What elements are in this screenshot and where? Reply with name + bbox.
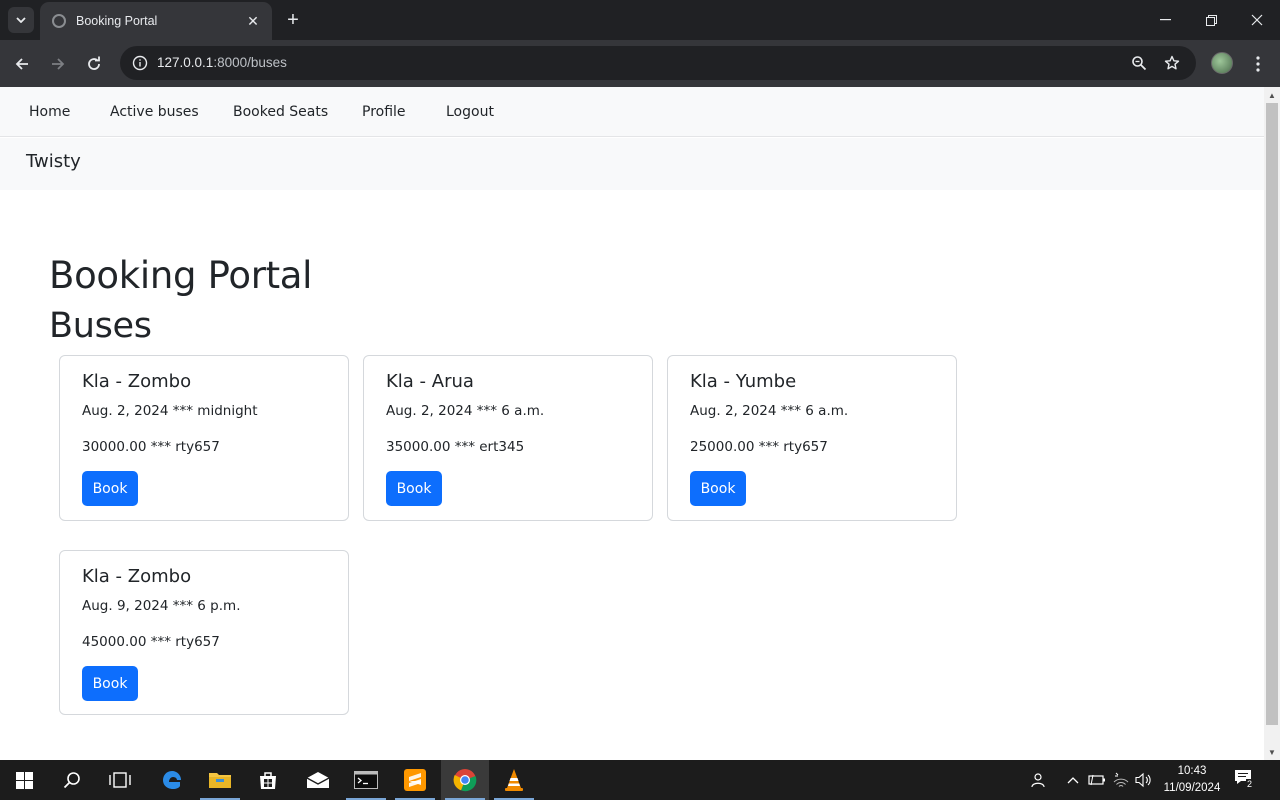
nav-link-home[interactable]: Home [29, 104, 70, 120]
top-navbar: Home Active buses Booked Seats Profile L… [0, 87, 1264, 137]
book-button[interactable]: Book [690, 471, 746, 506]
wifi-icon[interactable] [1111, 770, 1131, 790]
book-button[interactable]: Book [386, 471, 442, 506]
mail-icon [306, 772, 330, 788]
bus-schedule: Aug. 9, 2024 *** 6 p.m. [82, 598, 241, 614]
globe-icon [52, 14, 66, 28]
file-explorer-app[interactable] [196, 760, 244, 800]
page-title: Booking Portal [49, 254, 313, 297]
clock-date: 11/09/2024 [1163, 782, 1221, 794]
nav-link-active-buses[interactable]: Active buses [110, 104, 199, 120]
nav-link-logout[interactable]: Logout [446, 104, 494, 120]
nav-link-booked-seats[interactable]: Booked Seats [233, 104, 328, 120]
book-button[interactable]: Book [82, 471, 138, 506]
restore-icon [1205, 14, 1217, 26]
page-scrollbar[interactable]: ▲ ▼ [1264, 87, 1280, 760]
new-tab-button[interactable]: + [282, 9, 304, 31]
store-app[interactable] [244, 760, 292, 800]
chrome-icon [453, 769, 477, 792]
url-path: :8000/buses [213, 55, 287, 70]
terminal-app[interactable] [342, 760, 390, 800]
bus-fare-and-number: 35000.00 *** ert345 [386, 439, 525, 455]
vlc-app[interactable] [490, 760, 538, 800]
chevron-up-icon[interactable] [1063, 770, 1083, 790]
url-host: 127.0.0.1 [157, 55, 214, 70]
back-button[interactable] [8, 50, 36, 78]
minimize-icon [1159, 19, 1171, 21]
reload-icon [88, 56, 100, 70]
bus-route: Kla - Yumbe [690, 371, 797, 392]
close-tab-icon[interactable]: ✕ [244, 13, 262, 30]
bus-card: Kla - Yumbe Aug. 2, 2024 *** 6 a.m. 2500… [667, 355, 957, 521]
site-info-icon[interactable] [128, 51, 152, 75]
bus-schedule: Aug. 2, 2024 *** 6 a.m. [690, 403, 849, 419]
book-button[interactable]: Book [82, 666, 138, 701]
back-arrow-icon [15, 58, 28, 70]
minimize-button[interactable] [1142, 0, 1188, 40]
tab-title: Booking Portal [76, 14, 158, 28]
nav-link-profile[interactable]: Profile [362, 104, 406, 120]
edge-icon [163, 771, 181, 789]
edge-app[interactable] [148, 760, 196, 800]
mail-app[interactable] [294, 760, 342, 800]
start-button[interactable] [0, 760, 48, 800]
browser-toolbar: 127.0.0.1:8000/buses [0, 40, 1280, 87]
bus-card: Kla - Zombo Aug. 9, 2024 *** 6 p.m. 4500… [59, 550, 349, 715]
people-icon[interactable] [1027, 770, 1047, 790]
volume-icon[interactable] [1134, 770, 1154, 790]
page-viewport: Home Active buses Booked Seats Profile L… [0, 87, 1264, 760]
bus-route: Kla - Zombo [82, 566, 192, 587]
profile-avatar[interactable] [1211, 52, 1233, 74]
bus-route: Kla - Zombo [82, 371, 192, 392]
browser-tab[interactable]: Booking Portal ✕ [40, 2, 272, 40]
url-text[interactable]: 127.0.0.1:8000/buses [157, 55, 287, 70]
scroll-down-icon[interactable]: ▼ [1264, 744, 1280, 760]
forward-arrow-icon [52, 58, 65, 70]
forward-button[interactable] [44, 50, 72, 78]
browser-tab-strip: Booking Portal ✕ + [0, 0, 1280, 40]
brand-name[interactable]: Twisty [26, 151, 81, 172]
task-view-icon [109, 772, 131, 788]
close-window-button[interactable] [1234, 0, 1280, 40]
section-title: Buses [49, 306, 152, 346]
brand-bar: Twisty [0, 138, 1264, 190]
bus-card: Kla - Zombo Aug. 2, 2024 *** midnight 30… [59, 355, 349, 521]
store-bag-icon [260, 772, 276, 789]
scroll-up-icon[interactable]: ▲ [1264, 87, 1280, 103]
browser-menu-button[interactable] [1246, 50, 1270, 78]
vlc-cone-icon [505, 769, 523, 791]
more-vert-icon [1256, 56, 1260, 72]
terminal-icon [354, 771, 378, 789]
tab-search-button[interactable] [8, 7, 34, 33]
windows-taskbar: 10:43 11/09/2024 2 [0, 760, 1280, 800]
bus-card: Kla - Arua Aug. 2, 2024 *** 6 a.m. 35000… [363, 355, 653, 521]
clock-time: 10:43 [1177, 765, 1207, 777]
sublime-text-app[interactable] [391, 760, 439, 800]
chevron-down-icon [16, 17, 26, 23]
search-icon [63, 772, 80, 789]
bus-route: Kla - Arua [386, 371, 474, 392]
address-bar[interactable]: 127.0.0.1:8000/buses [120, 46, 1196, 80]
chrome-app[interactable] [441, 760, 489, 800]
restore-button[interactable] [1188, 0, 1234, 40]
scroll-thumb[interactable] [1266, 103, 1278, 725]
bus-fare-and-number: 25000.00 *** rty657 [690, 439, 828, 455]
bus-fare-and-number: 45000.00 *** rty657 [82, 634, 220, 650]
task-view-button[interactable] [96, 760, 144, 800]
windows-logo-icon [15, 771, 33, 789]
reload-button[interactable] [80, 50, 108, 78]
bus-schedule: Aug. 2, 2024 *** 6 a.m. [386, 403, 545, 419]
zoom-icon[interactable] [1127, 51, 1151, 75]
notification-count: 2 [1246, 779, 1254, 789]
taskbar-clock[interactable]: 10:43 11/09/2024 [1158, 763, 1226, 797]
folder-icon [209, 773, 231, 788]
action-center-button[interactable]: 2 [1234, 769, 1258, 791]
sublime-text-icon [404, 769, 426, 791]
battery-icon[interactable] [1087, 770, 1107, 790]
search-button[interactable] [48, 760, 96, 800]
bus-schedule: Aug. 2, 2024 *** midnight [82, 403, 258, 419]
close-icon [1251, 14, 1263, 26]
bookmark-star-icon[interactable] [1160, 51, 1184, 75]
bus-fare-and-number: 30000.00 *** rty657 [82, 439, 220, 455]
